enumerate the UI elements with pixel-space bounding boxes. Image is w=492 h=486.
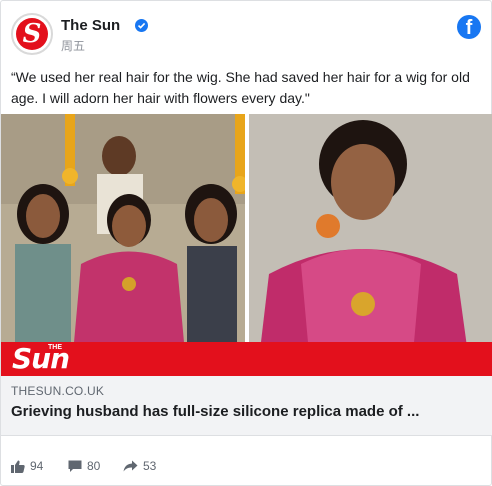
sun-logo-badge: S [16,18,48,50]
post-timestamp[interactable]: 周五 [61,37,85,54]
page-avatar[interactable]: S [11,13,53,55]
post-photo-illustration [1,114,492,376]
the-sun-overlay-logo-text: Sun [12,342,70,375]
comment-count: 80 [87,459,101,473]
comment-icon [68,460,82,472]
post-header: S The Sun 周五 f [11,13,481,57]
post-text: “We used her real hair for the wig. She … [11,69,470,106]
facebook-icon[interactable]: f [457,15,481,39]
share-count-button[interactable]: 53 [123,456,156,476]
link-preview[interactable]: THESUN.CO.UK Grieving husband has full-s… [1,376,492,436]
post-image[interactable]: THE Sun [1,114,492,376]
share-count: 53 [143,459,157,473]
like-count-button[interactable]: 94 [11,456,43,476]
avatar-letter: S [22,19,42,49]
thumbs-up-icon [11,460,25,473]
facebook-post-card: S The Sun 周五 f “We used her real hair fo… [0,0,492,486]
link-title[interactable]: Grieving husband has full-size silicone … [11,403,481,420]
comment-count-button[interactable]: 80 [68,456,100,476]
link-domain: THESUN.CO.UK [11,384,105,398]
verified-badge-icon [135,19,148,32]
share-icon [123,460,138,472]
page-name-link[interactable]: The Sun [61,17,120,34]
post-stats: 94 80 53 [11,456,481,476]
like-count: 94 [30,459,44,473]
facebook-letter: f [465,17,473,39]
